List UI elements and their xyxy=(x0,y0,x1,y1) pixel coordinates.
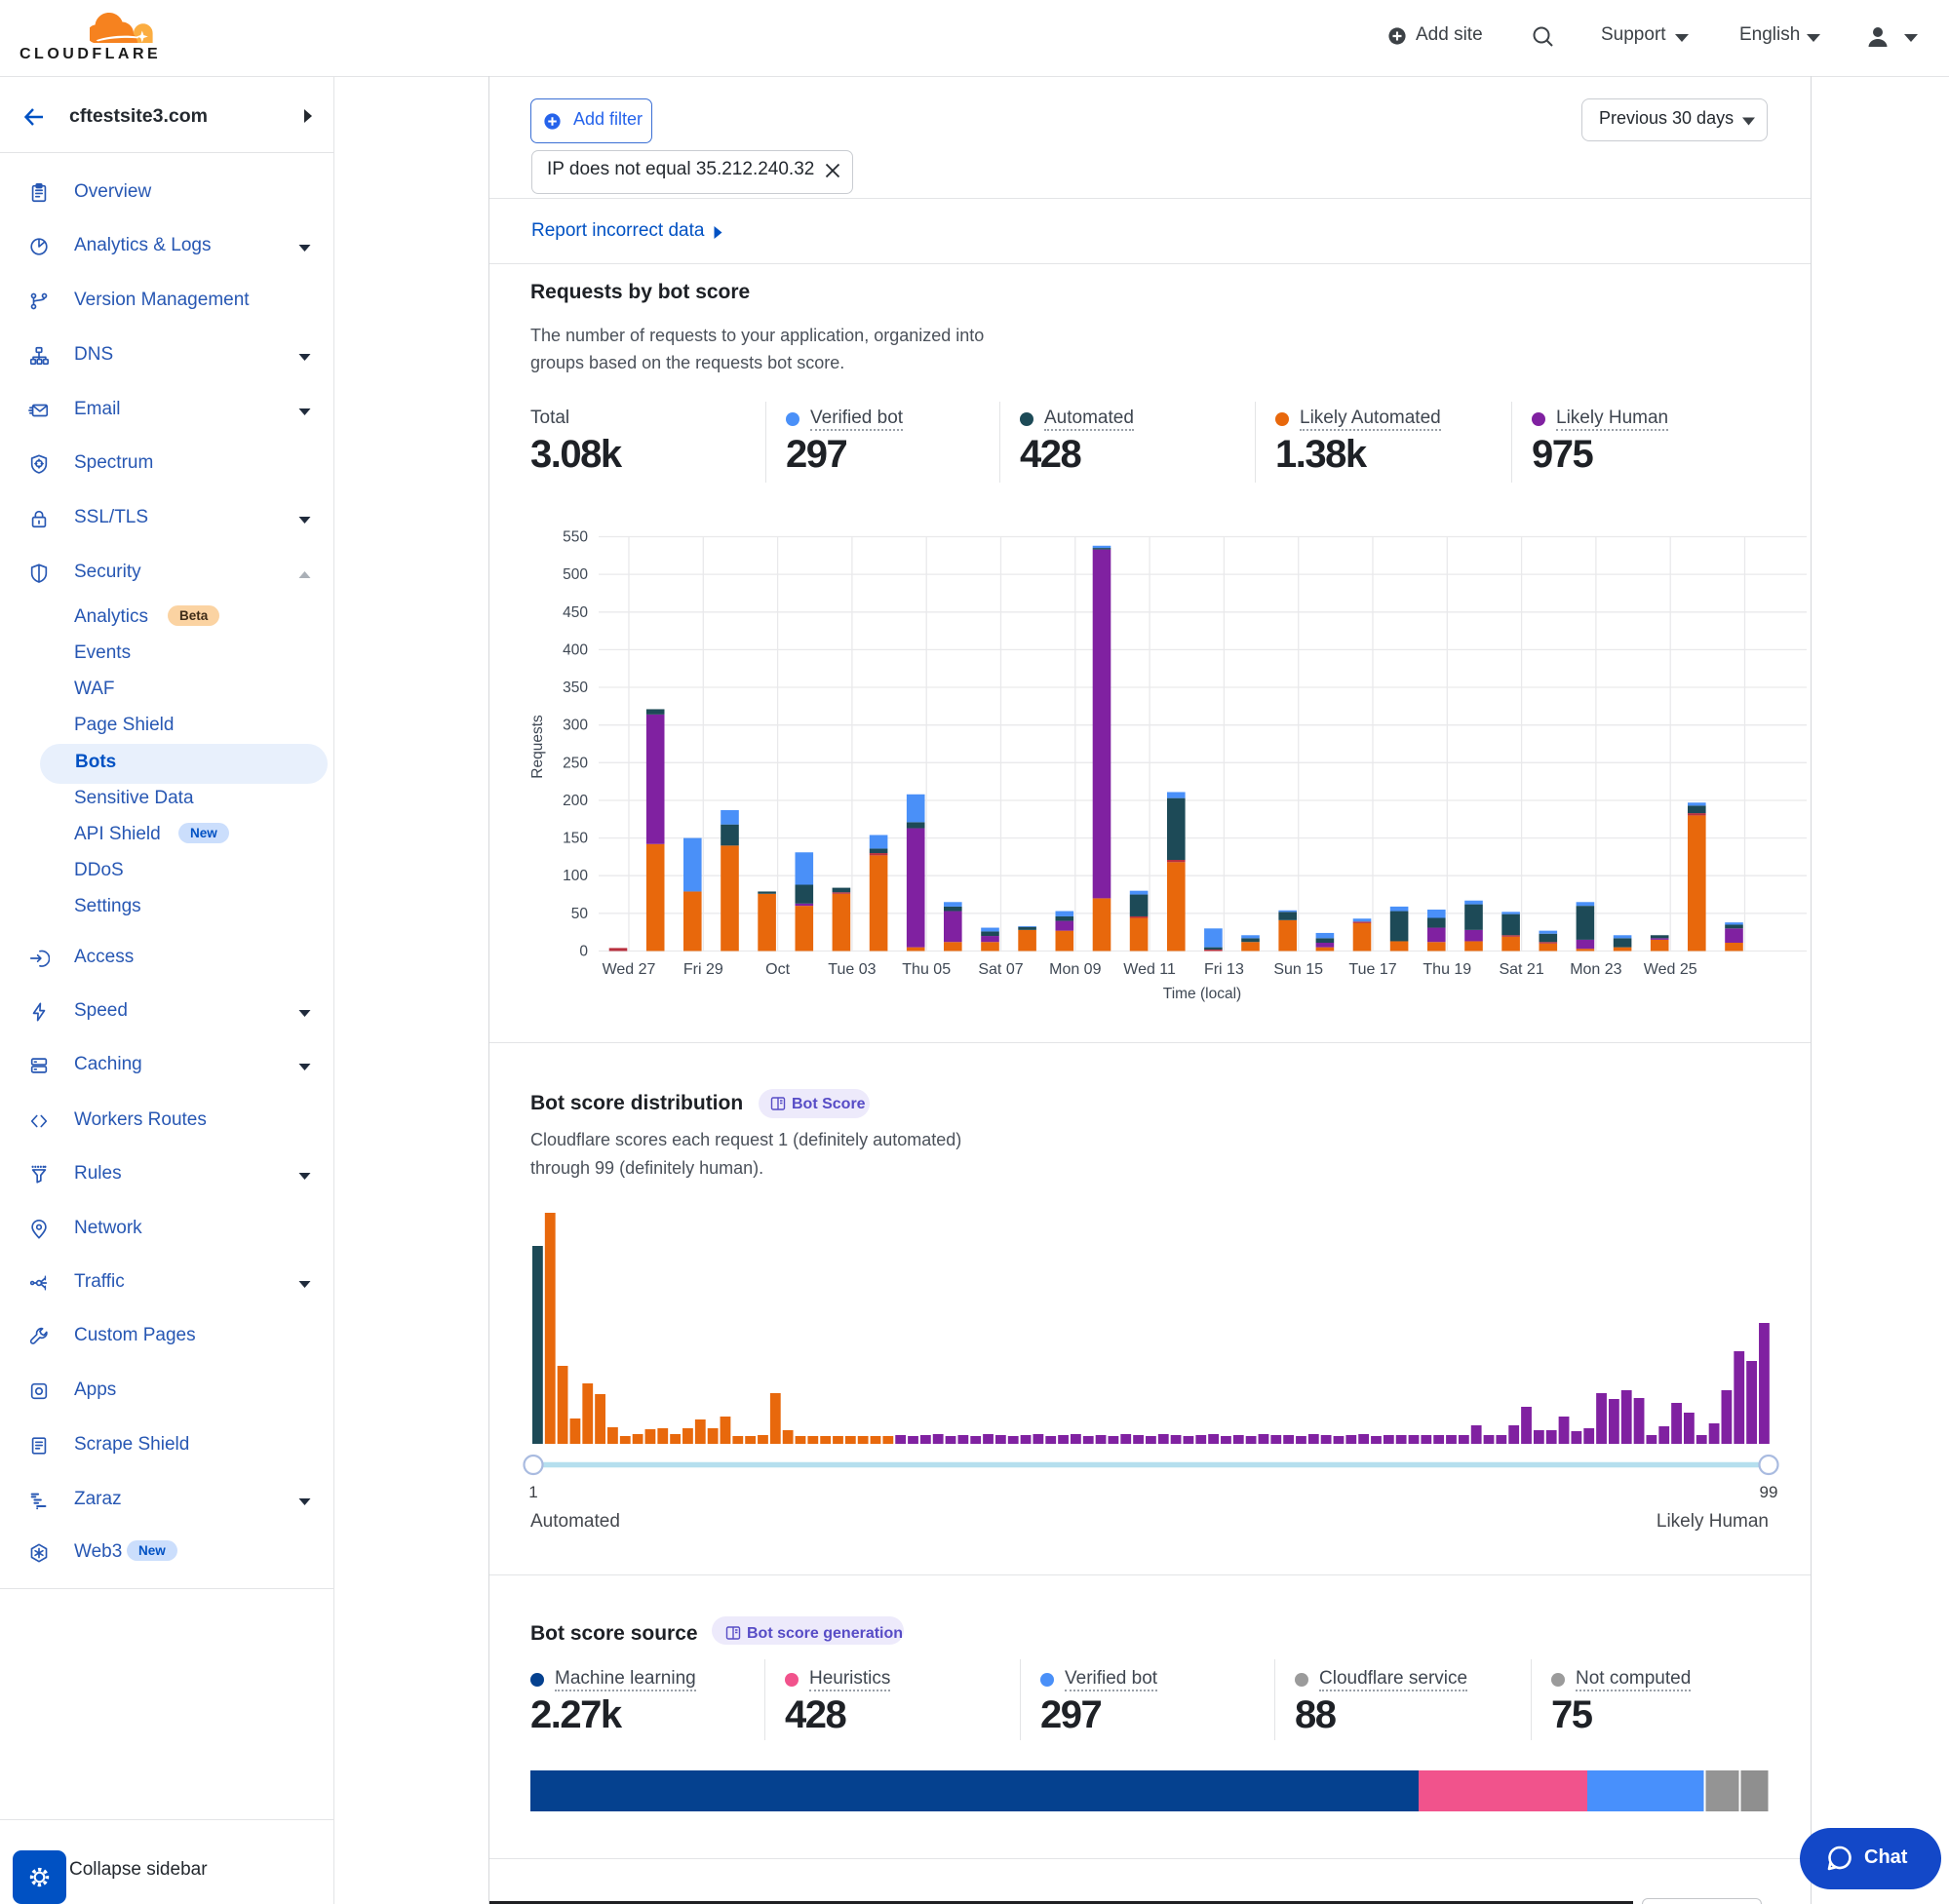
svg-text:Sat 07: Sat 07 xyxy=(978,961,1023,978)
svg-text:550: 550 xyxy=(563,529,588,546)
svg-text:Time (local): Time (local) xyxy=(1163,986,1241,1002)
svg-text:Likely Human: Likely Human xyxy=(1657,1511,1769,1532)
svg-text:Automated: Automated xyxy=(530,1511,620,1532)
svg-text:300: 300 xyxy=(563,718,588,734)
svg-text:Tue 03: Tue 03 xyxy=(828,961,876,978)
svg-text:200: 200 xyxy=(563,793,588,809)
svg-text:Sun 15: Sun 15 xyxy=(1273,961,1323,978)
svg-text:100: 100 xyxy=(563,868,588,884)
svg-text:150: 150 xyxy=(563,831,588,847)
svg-text:Sat 21: Sat 21 xyxy=(1499,961,1543,978)
svg-text:Tue 17: Tue 17 xyxy=(1348,961,1396,978)
svg-text:Mon 09: Mon 09 xyxy=(1049,961,1101,978)
svg-text:0: 0 xyxy=(579,944,588,960)
svg-text:1: 1 xyxy=(528,1483,537,1501)
svg-text:50: 50 xyxy=(571,906,589,922)
svg-text:Fri 29: Fri 29 xyxy=(683,961,723,978)
svg-text:Thu 05: Thu 05 xyxy=(902,961,951,978)
svg-text:99: 99 xyxy=(1760,1483,1778,1501)
svg-text:Wed 11: Wed 11 xyxy=(1123,961,1176,978)
svg-text:250: 250 xyxy=(563,755,588,771)
svg-text:400: 400 xyxy=(563,641,588,658)
svg-text:Fri 13: Fri 13 xyxy=(1204,961,1244,978)
svg-text:500: 500 xyxy=(563,566,588,583)
svg-text:Thu 19: Thu 19 xyxy=(1423,961,1471,978)
svg-text:450: 450 xyxy=(563,604,588,621)
svg-text:Wed 25: Wed 25 xyxy=(1644,961,1697,978)
svg-text:Requests: Requests xyxy=(529,715,546,779)
svg-text:350: 350 xyxy=(563,680,588,696)
svg-text:Wed 27: Wed 27 xyxy=(603,961,656,978)
svg-text:Oct: Oct xyxy=(765,961,790,978)
svg-text:Mon 23: Mon 23 xyxy=(1570,961,1621,978)
